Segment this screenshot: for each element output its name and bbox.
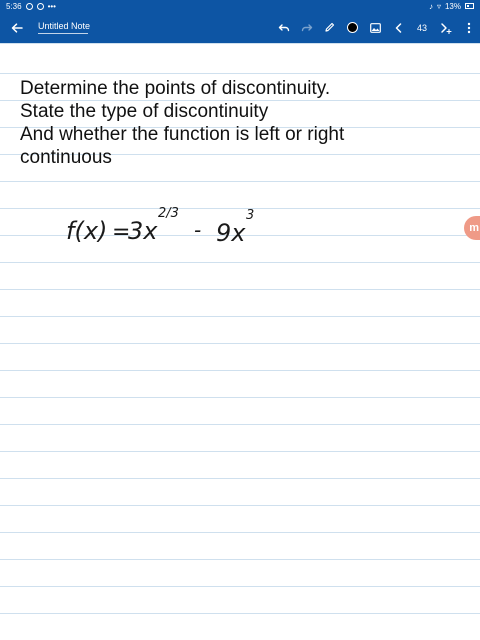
undo-icon <box>278 23 289 31</box>
page-number: 43 <box>416 22 427 33</box>
status-time: 5:36 <box>6 1 22 11</box>
hw-exponent-2: 3 <box>246 208 254 223</box>
hw-term-1: 3x <box>128 217 158 245</box>
undo-button[interactable] <box>272 12 295 43</box>
pen-tool-button[interactable] <box>318 12 341 43</box>
next-add-page-button[interactable] <box>434 12 457 43</box>
note-line-1: Determine the points of discontinuity. <box>20 78 331 99</box>
redo-icon <box>301 23 312 31</box>
color-picker-button[interactable] <box>341 12 364 43</box>
status-right: ♪ ▿ 13% <box>429 2 474 11</box>
insert-image-button[interactable] <box>364 12 387 43</box>
hw-minus: - <box>194 218 201 242</box>
back-arrow-icon <box>11 22 23 33</box>
note-line-2: State the type of discontinuity <box>20 101 269 122</box>
hw-exponent-1: 2/3 <box>158 206 179 221</box>
battery-percent: 13% <box>444 1 461 11</box>
mute-icon: ♪ <box>428 1 433 11</box>
pen-icon <box>325 22 335 32</box>
wifi-icon: ▿ <box>436 1 441 11</box>
chevron-left-icon <box>395 22 402 33</box>
note-line-4: continuous <box>20 147 112 168</box>
side-panel-tab[interactable]: m <box>464 216 480 240</box>
toolbar-actions: 43 <box>272 12 480 43</box>
more-notifications-icon: ••• <box>47 1 56 11</box>
note-title[interactable]: Untitled Note <box>38 21 90 34</box>
note-text-block[interactable]: Determine the points of discontinuity. S… <box>20 77 460 169</box>
status-bar: 5:36 ••• ♪ ▿ 13% <box>0 0 480 12</box>
back-button[interactable] <box>0 12 34 43</box>
image-icon <box>370 22 381 33</box>
more-options-button[interactable] <box>457 12 480 43</box>
battery-icon <box>465 3 474 9</box>
more-vertical-icon <box>467 22 470 33</box>
note-canvas[interactable]: Determine the points of discontinuity. S… <box>0 43 480 640</box>
notification-icon-2 <box>36 2 44 10</box>
color-swatch-icon <box>347 22 358 33</box>
hw-term-2: 9x <box>216 219 246 247</box>
previous-page-button[interactable] <box>387 12 410 43</box>
notification-icon <box>25 2 33 10</box>
hw-f-of-x: f(x) <box>66 217 107 245</box>
note-line-3: And whether the function is left or righ… <box>20 124 345 145</box>
redo-button[interactable] <box>295 12 318 43</box>
toolbar: Untitled Note 43 <box>0 12 480 43</box>
add-page-icon <box>440 22 452 34</box>
handwritten-equation: f(x) = 3x 2/3 - 9x 3 <box>66 206 254 247</box>
status-left: 5:36 ••• <box>6 2 56 11</box>
side-tab-label: m <box>469 222 479 234</box>
